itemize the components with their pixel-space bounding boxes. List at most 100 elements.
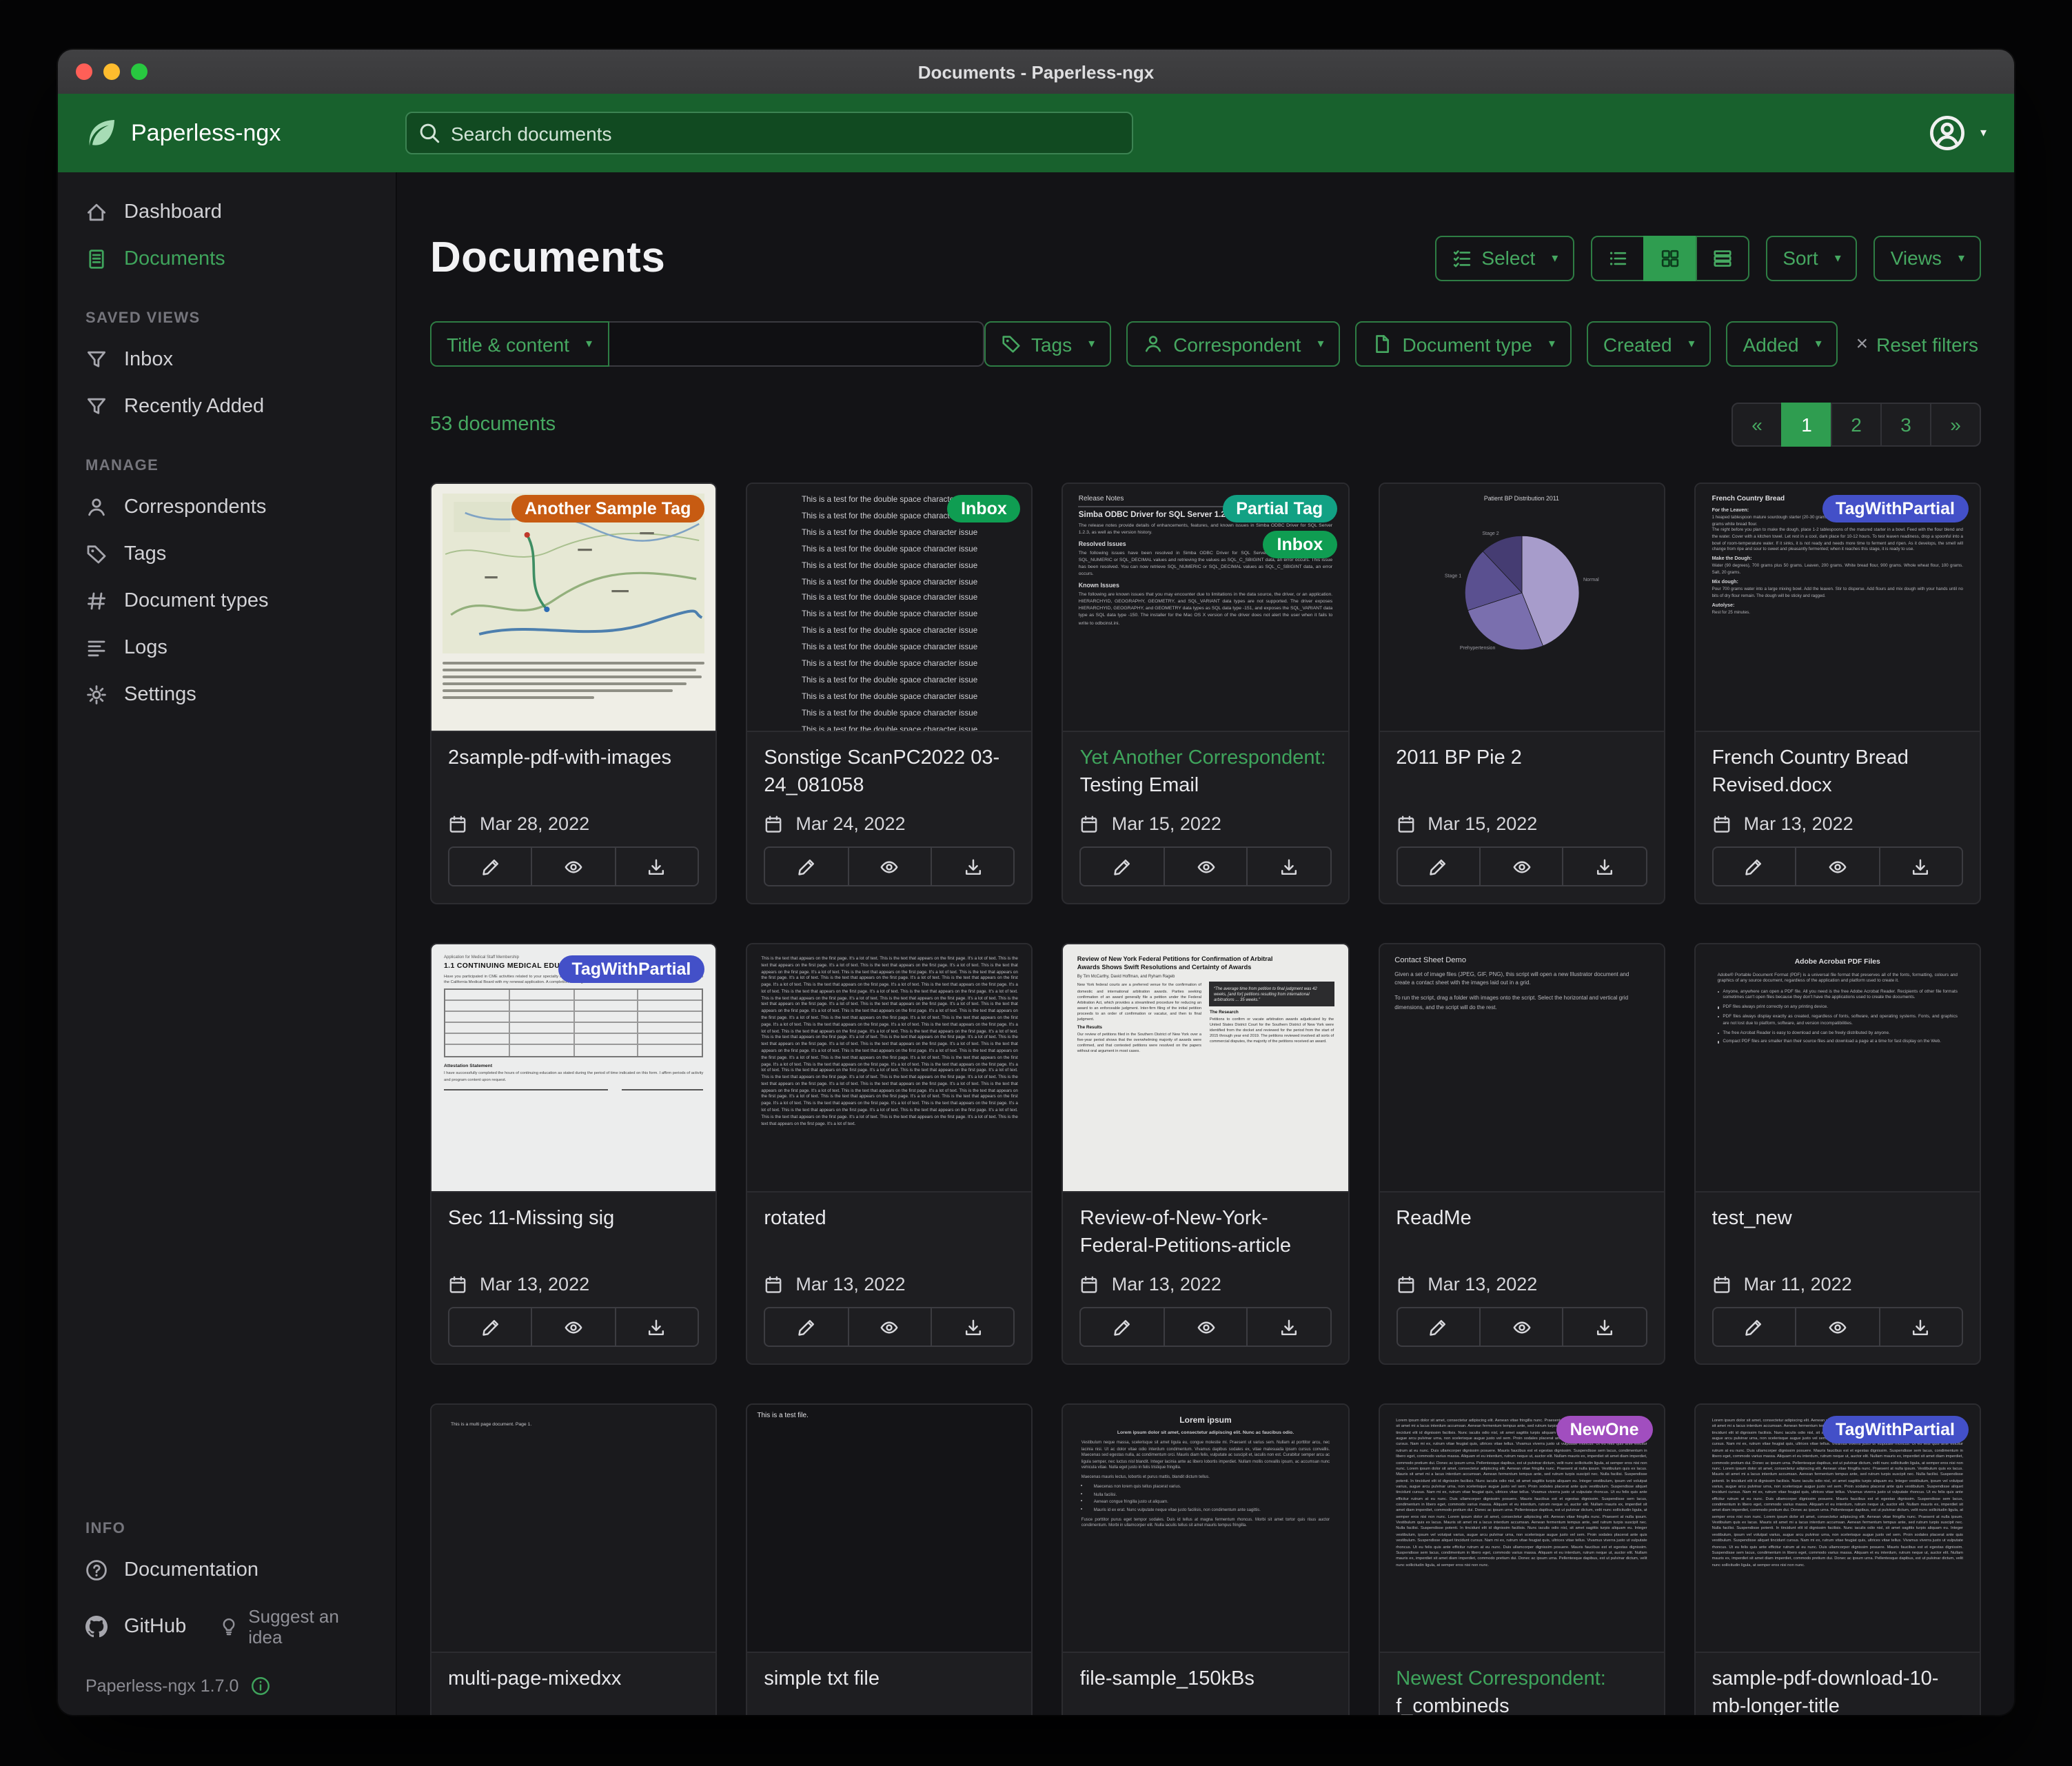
document-thumbnail[interactable]: Lorem ipsumLorem ipsum dolor sit amet, c… [1064,1405,1348,1653]
edit-button[interactable] [1712,846,1797,886]
download-button[interactable] [1563,1307,1647,1347]
document-thumbnail[interactable]: TagWithPartialLorem ipsum dolor sit amet… [1696,1405,1980,1653]
sidebar-item-logs[interactable]: Logs [58,625,396,671]
document-title[interactable]: Sec 11-Missing sig [448,1206,699,1233]
search-input[interactable] [405,112,1133,154]
document-title[interactable]: sample-pdf-download-10-mb-longer-title [1712,1667,1963,1715]
document-title[interactable]: test_new [1712,1206,1963,1233]
document-title[interactable]: Sonstige ScanPC2022 03-24_081058 [764,746,1015,800]
edit-button[interactable] [764,846,849,886]
edit-button[interactable] [1712,1307,1797,1347]
sidebar-item-dashboard[interactable]: Dashboard [58,189,396,236]
view-button[interactable] [1479,846,1564,886]
download-button[interactable] [1246,846,1331,886]
document-thumbnail[interactable]: Another Sample Tag [431,484,715,732]
download-button[interactable] [615,846,700,886]
document-correspondent-link[interactable]: Newest Correspondent: [1396,1668,1606,1690]
view-button[interactable] [1164,846,1248,886]
document-card[interactable]: TagWithPartialApplication for Medical St… [430,943,717,1365]
tag-pill[interactable]: Inbox [1263,531,1337,558]
download-button[interactable] [931,846,1015,886]
document-card[interactable]: Contact Sheet DemoGiven a set of image f… [1378,943,1665,1365]
document-title[interactable]: file-sample_150kBs [1080,1667,1331,1694]
sort-button[interactable]: Sort ▾ [1766,235,1857,281]
view-grid-button[interactable] [1643,235,1697,281]
document-card[interactable]: This is a multi page document. Page 1.mu… [430,1403,717,1715]
document-title[interactable]: Yet Another Correspondent: Testing Email [1080,746,1331,800]
view-button[interactable] [1795,1307,1880,1347]
document-type-filter-button[interactable]: Document type ▾ [1356,321,1572,367]
pagination-prev-button[interactable]: « [1731,403,1782,447]
document-card[interactable]: Review of New York Federal Petitions for… [1062,943,1349,1365]
title-content-filter-button[interactable]: Title & content ▾ [430,321,609,367]
document-thumbnail[interactable]: This is a multi page document. Page 1. [431,1405,715,1653]
info-circle-icon[interactable] [251,1676,270,1696]
sidebar-item-tags[interactable]: Tags [58,531,396,578]
tag-pill[interactable]: NewOne [1556,1416,1653,1443]
document-card[interactable]: Partial TagInboxRelease NotesSimba ODBC … [1062,483,1349,904]
window-close-button[interactable] [76,63,92,80]
document-thumbnail[interactable]: Partial TagInboxRelease NotesSimba ODBC … [1064,484,1348,732]
document-card[interactable]: NewOneLorem ipsum dolor sit amet, consec… [1378,1403,1665,1715]
tag-pill[interactable]: Another Sample Tag [511,495,704,522]
download-button[interactable] [1878,1307,1963,1347]
document-card[interactable]: Lorem ipsumLorem ipsum dolor sit amet, c… [1062,1403,1349,1715]
document-title[interactable]: Review-of-New-York-Federal-Petitions-art… [1080,1206,1331,1260]
download-button[interactable] [1563,846,1647,886]
sidebar-item-github[interactable]: GitHub [58,1603,214,1650]
view-details-button[interactable] [1696,235,1749,281]
view-button[interactable] [1479,1307,1564,1347]
download-button[interactable] [1878,846,1963,886]
tag-pill[interactable]: Inbox [947,495,1021,522]
download-button[interactable] [615,1307,700,1347]
tag-pill[interactable]: TagWithPartial [558,955,704,983]
sidebar-item-document-types[interactable]: Document types [58,578,396,625]
pagination-next-button[interactable]: » [1930,403,1981,447]
document-card[interactable]: Patient BP Distribution 2011NormalPrehyp… [1378,483,1665,904]
view-button[interactable] [531,1307,616,1347]
correspondent-filter-button[interactable]: Correspondent ▾ [1126,321,1340,367]
document-correspondent-link[interactable]: Yet Another Correspondent: [1080,747,1326,769]
suggest-idea-link[interactable]: Suggest an idea [214,1594,396,1660]
sidebar-item-documentation[interactable]: Documentation [58,1547,396,1594]
view-list-button[interactable] [1591,235,1645,281]
brand[interactable]: Paperless-ngx [58,117,397,149]
pagination-page-1[interactable]: 1 [1781,403,1832,447]
tag-pill[interactable]: Partial Tag [1222,495,1337,522]
edit-button[interactable] [1396,846,1481,886]
tag-pill[interactable]: TagWithPartial [1822,495,1969,522]
document-thumbnail[interactable]: InboxThis is a test for the double space… [747,484,1031,732]
pagination-page-2[interactable]: 2 [1831,403,1882,447]
reset-filters-button[interactable]: × Reset filters [1853,321,1981,367]
views-button[interactable]: Views ▾ [1874,235,1981,281]
created-filter-button[interactable]: Created ▾ [1587,321,1712,367]
edit-button[interactable] [448,1307,533,1347]
edit-button[interactable] [1080,846,1165,886]
sidebar-item-settings[interactable]: Settings [58,671,396,718]
sidebar-item-recently-added[interactable]: Recently Added [58,383,396,430]
document-thumbnail[interactable]: Patient BP Distribution 2011NormalPrehyp… [1379,484,1663,732]
tags-filter-button[interactable]: Tags ▾ [984,321,1111,367]
view-button[interactable] [1795,846,1880,886]
edit-button[interactable] [448,846,533,886]
view-button[interactable] [1164,1307,1248,1347]
sidebar-item-documents[interactable]: Documents [58,236,396,283]
window-zoom-button[interactable] [131,63,148,80]
document-title[interactable]: French Country Bread Revised.docx [1712,746,1963,800]
edit-button[interactable] [1396,1307,1481,1347]
document-title[interactable]: Newest Correspondent: f_combineds [1396,1667,1647,1715]
tag-pill[interactable]: TagWithPartial [1822,1416,1969,1443]
document-thumbnail[interactable]: This is the text that appears on the fir… [747,944,1031,1192]
document-card[interactable]: This is a test file.simple txt file [746,1403,1033,1715]
document-card[interactable]: TagWithPartialLorem ipsum dolor sit amet… [1694,1403,1981,1715]
view-button[interactable] [847,1307,932,1347]
document-title[interactable]: simple txt file [764,1667,1015,1694]
document-title[interactable]: ReadMe [1396,1206,1647,1233]
download-button[interactable] [931,1307,1015,1347]
document-title[interactable]: 2011 BP Pie 2 [1396,746,1647,773]
document-title[interactable]: rotated [764,1206,1015,1233]
document-card[interactable]: Adobe Acrobat PDF FilesAdobe® Portable D… [1694,943,1981,1365]
document-card[interactable]: InboxThis is a test for the double space… [746,483,1033,904]
document-card[interactable]: TagWithPartialFrench Country BreadFor th… [1694,483,1981,904]
document-card[interactable]: Another Sample Tag2sample-pdf-with-image… [430,483,717,904]
